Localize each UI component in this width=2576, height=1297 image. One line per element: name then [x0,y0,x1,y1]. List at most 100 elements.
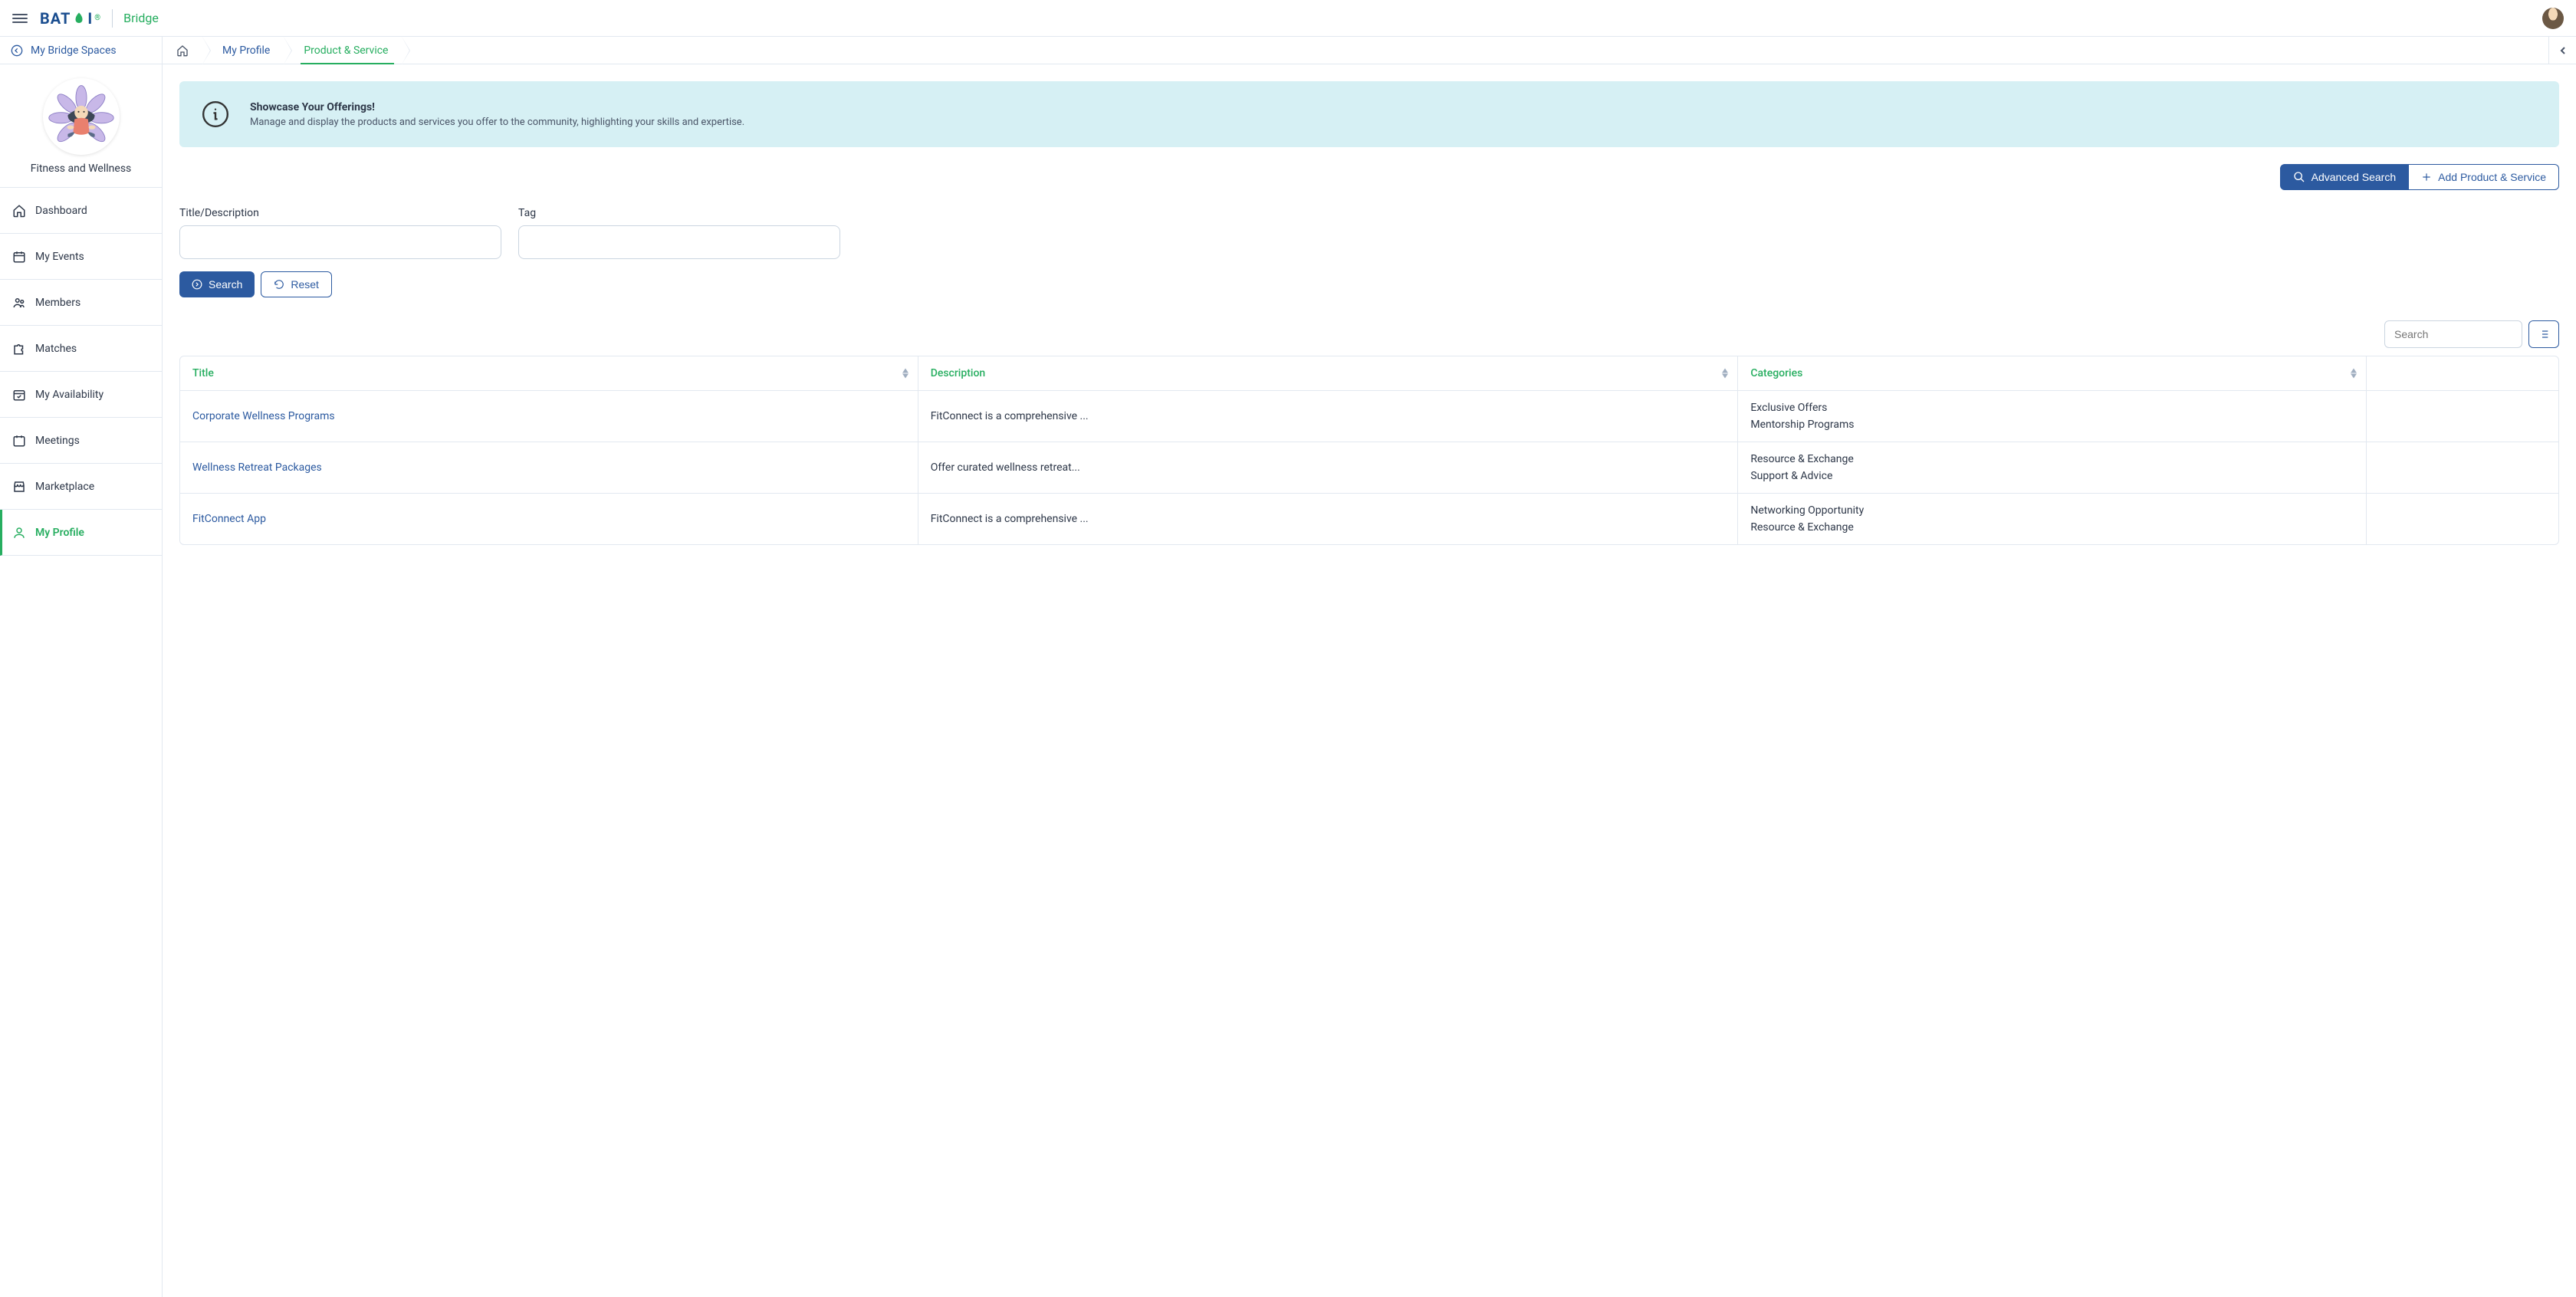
main-content: My Profile Product & Service Showcase Y [163,37,2576,1297]
products-table: Title Description [179,356,2559,545]
registered-icon: ® [94,14,101,22]
tag-filter-label: Tag [518,207,840,219]
reset-button[interactable]: Reset [261,271,332,297]
category-value: Resource & Exchange [1750,521,2354,534]
back-circle-icon [11,44,23,57]
calendar-icon [12,250,26,264]
users-icon [12,296,26,310]
search-button[interactable]: Search [179,271,255,297]
banner-text: Manage and display the products and serv… [250,117,744,128]
product-categories: Exclusive Offers Mentorship Programs [1750,402,2354,431]
app-name[interactable]: Bridge [123,11,159,25]
category-value: Exclusive Offers [1750,402,2354,414]
sidebar-item-label: Dashboard [35,205,87,217]
category-value: Mentorship Programs [1750,419,2354,431]
my-bridge-spaces-link[interactable]: My Bridge Spaces [0,37,162,64]
row-actions-cell [2367,391,2558,442]
banner-title: Showcase Your Offerings! [250,101,744,113]
table-row: Corporate Wellness Programs FitConnect i… [180,391,2558,442]
arrow-circle-icon [192,279,202,290]
sidebar-item-label: My Availability [35,389,104,401]
info-banner: Showcase Your Offerings! Manage and disp… [179,81,2559,147]
sort-icon [2351,369,2357,379]
sort-icon [1722,369,1728,379]
logo-suffix: I [87,9,93,28]
logo[interactable]: BAT I ® [40,9,101,28]
filter-form: Title/Description Tag [179,207,2559,259]
sidebar-item-label: Members [35,297,80,309]
chevron-left-icon [2559,46,2567,55]
profile-avatar[interactable] [43,78,120,155]
divider [112,9,113,28]
sidebar-profile: Fitness and Wellness [0,64,162,188]
category-value: Networking Opportunity [1750,504,2354,517]
product-description: FitConnect is a comprehensive ... [931,410,1089,422]
col-header-categories[interactable]: Categories [1738,356,2367,391]
breadcrumb: My Profile Product & Service [163,37,2576,64]
breadcrumb-label: My Profile [222,44,270,57]
page-actions: Advanced Search Add Product & Service [179,164,2559,190]
app-header: BAT I ® Bridge [0,0,2576,37]
sidebar-item-matches[interactable]: Matches [0,326,162,372]
sidebar-item-my-profile[interactable]: My Profile [0,510,162,556]
col-header-actions [2367,356,2558,391]
breadcrumb-label: Product & Service [304,44,388,57]
sidebar-item-marketplace[interactable]: Marketplace [0,464,162,510]
sidebar-top-label: My Bridge Spaces [31,44,117,57]
view-toggle-button[interactable] [2528,320,2559,348]
row-actions-cell [2367,494,2558,544]
product-title-link[interactable]: FitConnect App [192,513,266,525]
list-icon [2538,328,2550,340]
store-icon [12,480,26,494]
profile-name: Fitness and Wellness [8,163,154,175]
calendar-check-icon [12,388,26,402]
product-description: Offer curated wellness retreat... [931,461,1080,474]
sidebar-item-members[interactable]: Members [0,280,162,326]
sidebar-item-meetings[interactable]: Meetings [0,418,162,464]
sidebar-item-label: My Events [35,251,84,263]
col-header-description[interactable]: Description [918,356,1739,391]
product-categories: Resource & Exchange Support & Advice [1750,453,2354,482]
puzzle-icon [12,342,26,356]
button-label: Add Product & Service [2438,171,2546,183]
advanced-search-button[interactable]: Advanced Search [2280,164,2410,190]
sort-icon [902,369,909,379]
category-value: Support & Advice [1750,470,2354,482]
menu-toggle[interactable] [12,11,28,26]
info-icon [201,100,230,129]
col-header-label: Description [931,367,986,379]
sidebar-item-availability[interactable]: My Availability [0,372,162,418]
title-filter-input[interactable] [179,225,501,259]
table-search-input[interactable] [2384,320,2522,348]
button-label: Reset [291,278,319,291]
button-label: Search [209,278,242,291]
sidebar-item-dashboard[interactable]: Dashboard [0,188,162,234]
sidebar-item-label: My Profile [35,527,84,539]
user-avatar[interactable] [2542,8,2564,29]
breadcrumb-current[interactable]: Product & Service [284,37,402,64]
search-icon [2293,171,2305,183]
leaf-icon [72,11,86,25]
house-icon [176,44,189,57]
product-title-link[interactable]: Corporate Wellness Programs [192,410,335,422]
breadcrumb-home[interactable] [163,37,202,64]
col-header-title[interactable]: Title [180,356,918,391]
user-icon [12,526,26,540]
breadcrumb-my-profile[interactable]: My Profile [202,37,284,64]
product-categories: Networking Opportunity Resource & Exchan… [1750,504,2354,534]
calendar-icon [12,434,26,448]
sidebar-item-label: Meetings [35,435,80,447]
row-actions-cell [2367,442,2558,494]
logo-prefix: BAT [40,9,71,28]
sidebar-item-events[interactable]: My Events [0,234,162,280]
collapse-panel-button[interactable] [2548,37,2576,64]
product-description: FitConnect is a comprehensive ... [931,513,1089,525]
tag-filter-input[interactable] [518,225,840,259]
house-icon [12,204,26,218]
table-row: Wellness Retreat Packages Offer curated … [180,442,2558,494]
sidebar: My Bridge Spaces [0,37,163,1297]
product-title-link[interactable]: Wellness Retreat Packages [192,461,322,474]
refresh-icon [274,279,284,290]
add-product-button[interactable]: Add Product & Service [2409,164,2559,190]
title-filter-label: Title/Description [179,207,501,219]
